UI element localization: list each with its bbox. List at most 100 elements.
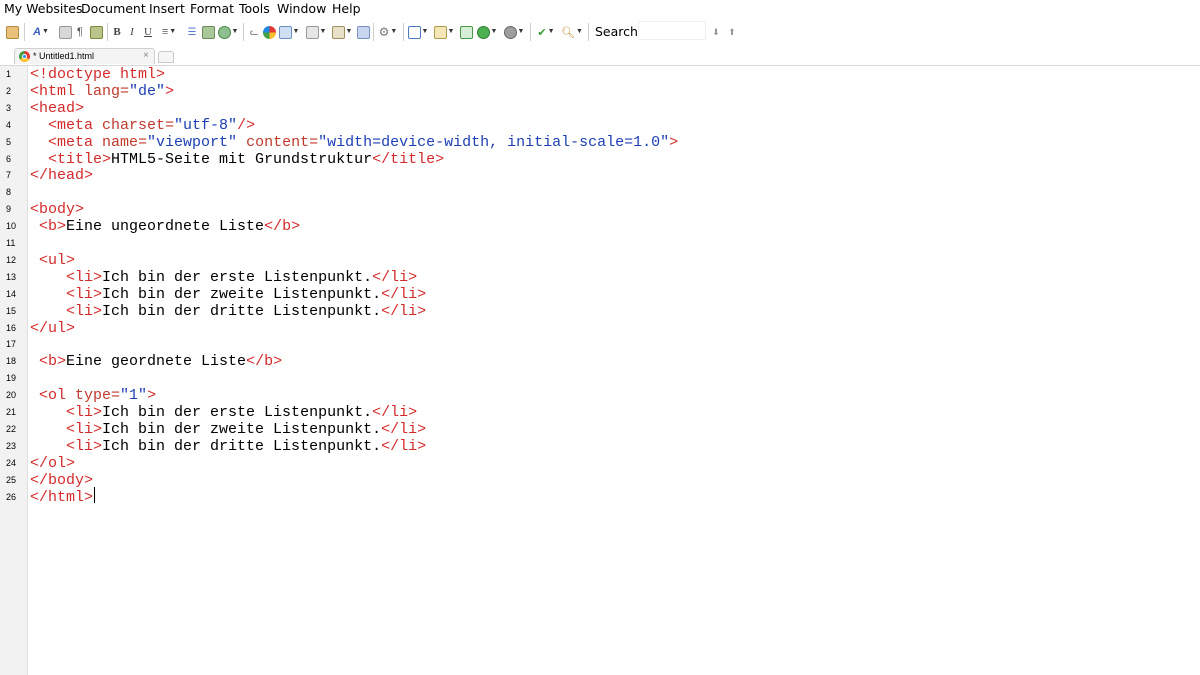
- code-token: </li>: [381, 302, 427, 320]
- close-icon[interactable]: ×: [143, 50, 149, 61]
- toolbar-separator: [24, 23, 25, 41]
- layers-icon[interactable]: [356, 25, 370, 39]
- code-token: >: [147, 387, 157, 405]
- new-tab-button[interactable]: [158, 51, 174, 63]
- code-editor[interactable]: <!doctype html> <html lang="de"> <head> <m…: [29, 66, 1200, 675]
- line-number: 22: [6, 423, 17, 434]
- search-label: Search:: [595, 24, 643, 39]
- print-icon[interactable]: [58, 25, 72, 39]
- menu-tools[interactable]: Tools: [239, 1, 270, 16]
- link-icon[interactable]: [459, 25, 473, 39]
- code-token: "viewport": [147, 133, 238, 151]
- line-number: 1: [6, 69, 12, 79]
- italic-icon[interactable]: I: [127, 25, 137, 39]
- code-token: </ul>: [30, 319, 76, 337]
- home-icon[interactable]: ⬆: [726, 25, 738, 39]
- menu-insert[interactable]: Insert: [149, 1, 185, 16]
- code-token: type=: [75, 387, 121, 405]
- arrow-down-icon[interactable]: ⬇: [710, 25, 722, 39]
- code-token: <li>: [66, 302, 103, 320]
- image-icon[interactable]: [201, 25, 215, 39]
- line-number: 15: [6, 305, 17, 316]
- code-line: </ul>: [30, 320, 75, 337]
- code-line: <title>HTML5-Seite mit Grundstruktur</ti…: [30, 151, 444, 168]
- web-icon[interactable]: ▼: [217, 25, 239, 39]
- code-token: />: [237, 116, 256, 134]
- code-token: Ich bin der erste Listenpunkt.: [102, 268, 373, 286]
- bold-icon[interactable]: B: [111, 25, 123, 39]
- code-token: <head>: [30, 99, 85, 117]
- line-number: 10: [6, 221, 17, 232]
- code-token: <li>: [66, 420, 103, 438]
- code-line: <li>Ich bin der dritte Listenpunkt.</li>: [30, 303, 426, 320]
- line-number: 8: [6, 187, 12, 198]
- settings-icon[interactable]: ⚙ ▼: [377, 25, 399, 39]
- shape-icon[interactable]: ▼: [503, 25, 525, 39]
- code-token: </b>: [264, 218, 301, 236]
- code-token: >: [165, 82, 175, 100]
- table-icon[interactable]: ▼: [278, 25, 300, 39]
- code-token: </head>: [30, 167, 94, 185]
- spellcheck-icon[interactable]: ✔ ▼: [535, 25, 557, 39]
- anchor-icon[interactable]: ᓚ: [248, 25, 260, 39]
- toolbar-separator: [588, 23, 589, 41]
- line-number: 4: [6, 119, 12, 130]
- menu-my-websites[interactable]: My Websites: [4, 1, 83, 16]
- tab-untitled1[interactable]: * Untitled1.html ×: [14, 48, 155, 64]
- line-number: 20: [6, 390, 17, 401]
- line-number: 12: [6, 254, 17, 265]
- text-cursor: [94, 487, 95, 503]
- line-number: 21: [6, 407, 17, 417]
- tab-label: * Untitled1.html: [33, 51, 95, 61]
- underline-icon[interactable]: U: [142, 25, 154, 39]
- code-line: </body>: [30, 472, 93, 489]
- line-number-gutter: 1 2 3 4 5 6 7 8 9 10 11 12 13 14 15 16 17 18 19 20 21 22 23 24 2…: [0, 66, 28, 675]
- code-token: >: [669, 133, 679, 151]
- code-line: <!doctype html>: [30, 66, 165, 83]
- line-number: 24: [6, 457, 17, 468]
- menu-document[interactable]: Document: [81, 1, 146, 16]
- code-token: <li>: [66, 437, 103, 455]
- line-number: 5: [6, 136, 12, 147]
- menu-bar: My Websites Document Insert Format Tools…: [0, 0, 1200, 17]
- form-icon[interactable]: ▼: [305, 25, 327, 39]
- find-icon[interactable]: 🔍︎ ▼: [561, 25, 583, 39]
- menu-format[interactable]: Format: [190, 1, 234, 16]
- code-token: <li>: [66, 404, 103, 421]
- code-token: <ol: [39, 387, 76, 405]
- browser-icon: [19, 51, 30, 62]
- insert-icon[interactable]: ▼: [407, 25, 429, 39]
- code-token: <li>: [66, 268, 103, 286]
- color-icon[interactable]: [262, 25, 276, 39]
- line-number: 19: [6, 373, 17, 384]
- paste-icon[interactable]: [4, 25, 20, 39]
- code-line: <meta name="viewport" content="width=dev…: [30, 134, 678, 151]
- edit-icon[interactable]: ▼: [331, 25, 353, 39]
- window-icon[interactable]: ▼: [433, 25, 455, 39]
- paragraph-icon[interactable]: ¶: [74, 25, 86, 39]
- code-line: <li>Ich bin der zweite Listenpunkt.</li>: [30, 421, 426, 438]
- code-token: </body>: [30, 471, 94, 489]
- code-token: </html>: [30, 488, 94, 506]
- font-icon[interactable]: A ▼: [30, 25, 52, 39]
- line-number: 9: [6, 204, 12, 215]
- search-input[interactable]: [638, 21, 706, 40]
- browser-icon[interactable]: ▼: [476, 25, 498, 39]
- code-token: <meta: [48, 133, 103, 151]
- print-preview-icon[interactable]: [89, 25, 103, 39]
- code-line: <b>Eine geordnete Liste</b>: [30, 353, 282, 370]
- code-token: </li>: [372, 404, 418, 421]
- list-icon[interactable]: ☰: [185, 25, 199, 39]
- menu-help[interactable]: Help: [332, 1, 361, 16]
- code-line: <ol type="1">: [30, 387, 156, 404]
- align-icon[interactable]: ≡ ▼: [158, 25, 180, 39]
- menu-window[interactable]: Window: [277, 1, 326, 16]
- code-token: "de": [129, 82, 166, 100]
